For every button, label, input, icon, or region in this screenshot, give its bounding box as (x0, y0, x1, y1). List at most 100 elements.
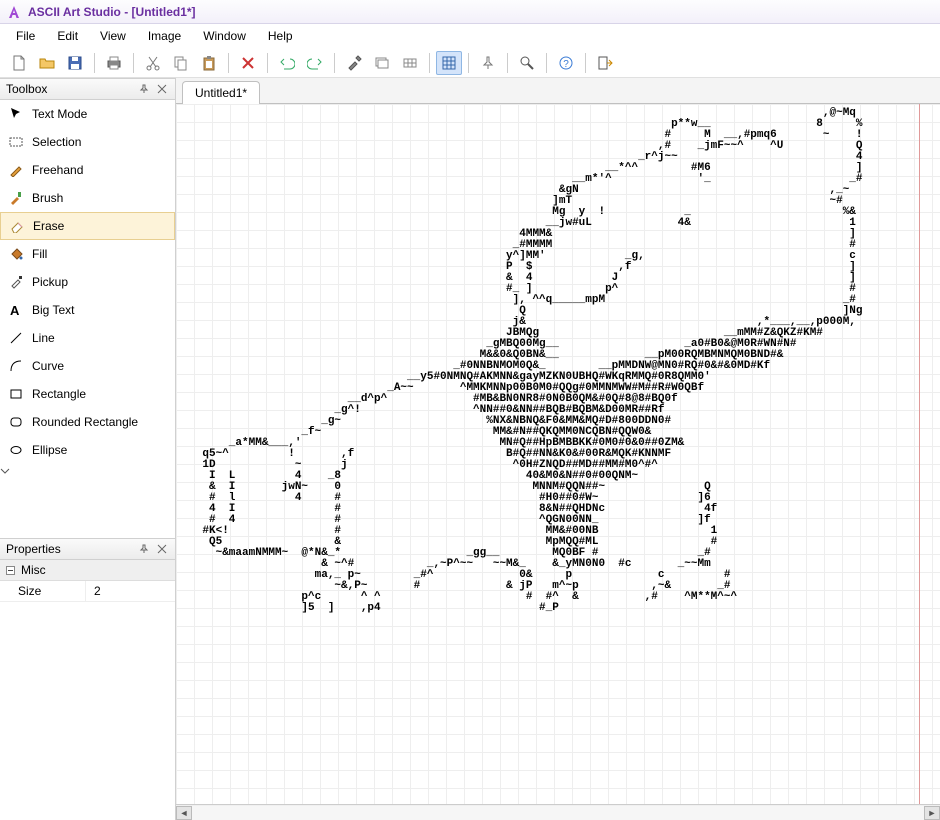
property-value[interactable]: 2 (86, 581, 175, 601)
scroll-right-icon[interactable]: ► (924, 806, 940, 820)
print-button[interactable] (101, 51, 127, 75)
copy-button[interactable] (168, 51, 194, 75)
tool-pickup[interactable]: Pickup (0, 268, 175, 296)
properties-header: Properties (0, 538, 175, 560)
cut-button[interactable] (140, 51, 166, 75)
tool-fill[interactable]: Fill (0, 240, 175, 268)
app-icon (6, 4, 22, 20)
bucket-icon (8, 246, 24, 262)
zoom-button[interactable] (514, 51, 540, 75)
separator (267, 53, 268, 73)
properties-body: Misc Size 2 (0, 560, 175, 820)
dropper-icon (8, 274, 24, 290)
separator (429, 53, 430, 73)
paste-button[interactable] (196, 51, 222, 75)
menu-file[interactable]: File (6, 26, 45, 46)
brush-icon (8, 190, 24, 206)
delete-button[interactable] (235, 51, 261, 75)
tool-label: Selection (32, 135, 81, 149)
pin-icon[interactable] (137, 82, 151, 96)
tool-text-mode[interactable]: Text Mode (0, 100, 175, 128)
toolbox-title: Toolbox (6, 82, 133, 96)
menu-image[interactable]: Image (138, 26, 191, 46)
svg-text:?: ? (563, 59, 569, 70)
toolbox-body: Text Mode Selection Freehand Brush Erase Fill… (0, 100, 175, 538)
tool-label: Big Text (32, 303, 74, 317)
ellipse-icon (8, 442, 24, 458)
pin-icon[interactable] (137, 542, 151, 556)
grid-button[interactable] (436, 51, 462, 75)
tool-freehand[interactable]: Freehand (0, 156, 175, 184)
pencil-icon (8, 162, 24, 178)
tool-label: Fill (32, 247, 47, 261)
layers-button[interactable] (369, 51, 395, 75)
separator (585, 53, 586, 73)
help-button[interactable]: ? (553, 51, 579, 75)
svg-text:A: A (10, 303, 20, 317)
curve-icon (8, 358, 24, 374)
tool-label: Curve (32, 359, 64, 373)
eraser-icon (9, 218, 25, 234)
tool-label: Brush (32, 191, 63, 205)
tool-label: Rounded Rectangle (32, 415, 138, 429)
tool-rounded-rectangle[interactable]: Rounded Rectangle (0, 408, 175, 436)
new-button[interactable] (6, 51, 32, 75)
tools-button[interactable] (341, 51, 367, 75)
palette-button[interactable] (397, 51, 423, 75)
separator (94, 53, 95, 73)
tool-ellipse[interactable]: Ellipse (0, 436, 175, 464)
tool-label: Freehand (32, 163, 83, 177)
menu-view[interactable]: View (90, 26, 136, 46)
menu-help[interactable]: Help (258, 26, 303, 46)
horizontal-scrollbar[interactable]: ◄ ► (176, 804, 940, 820)
separator (468, 53, 469, 73)
ascii-content: ,@~Mq p**w__ 8 % # M __,#pm (176, 104, 940, 804)
toolbox-expand[interactable] (0, 464, 175, 478)
scroll-track[interactable] (192, 806, 924, 820)
tool-big-text[interactable]: A Big Text (0, 296, 175, 324)
properties-category[interactable]: Misc (0, 560, 175, 581)
close-icon[interactable] (155, 542, 169, 556)
bigtext-icon: A (8, 302, 24, 318)
tabstrip: Untitled1* (176, 78, 940, 104)
tool-label: Rectangle (32, 387, 86, 401)
canvas[interactable]: ,@~Mq p**w__ 8 % # M __,#pm (176, 104, 940, 804)
tool-label: Ellipse (32, 443, 67, 457)
tool-selection[interactable]: Selection (0, 128, 175, 156)
pin-button[interactable] (475, 51, 501, 75)
toolbar: ? (0, 48, 940, 78)
tool-brush[interactable]: Brush (0, 184, 175, 212)
tool-rectangle[interactable]: Rectangle (0, 380, 175, 408)
separator (507, 53, 508, 73)
cursor-icon (8, 106, 24, 122)
menu-edit[interactable]: Edit (47, 26, 88, 46)
tool-label: Text Mode (32, 107, 87, 121)
undo-button[interactable] (274, 51, 300, 75)
separator (546, 53, 547, 73)
tool-label: Erase (33, 219, 64, 233)
tool-line[interactable]: Line (0, 324, 175, 352)
tool-label: Pickup (32, 275, 68, 289)
app-title: ASCII Art Studio - [Untitled1*] (28, 5, 196, 19)
close-icon[interactable] (155, 82, 169, 96)
properties-category-label: Misc (21, 563, 46, 577)
separator (133, 53, 134, 73)
tool-erase[interactable]: Erase (0, 212, 175, 240)
tool-curve[interactable]: Curve (0, 352, 175, 380)
menu-window[interactable]: Window (193, 26, 256, 46)
separator (334, 53, 335, 73)
properties-title: Properties (6, 542, 133, 556)
redo-button[interactable] (302, 51, 328, 75)
rect-icon (8, 386, 24, 402)
collapse-icon (6, 566, 15, 575)
titlebar: ASCII Art Studio - [Untitled1*] (0, 0, 940, 24)
line-icon (8, 330, 24, 346)
tab-untitled1[interactable]: Untitled1* (182, 81, 260, 104)
roundrect-icon (8, 414, 24, 430)
open-button[interactable] (34, 51, 60, 75)
tool-label: Line (32, 331, 55, 345)
save-button[interactable] (62, 51, 88, 75)
property-row[interactable]: Size 2 (0, 581, 175, 602)
exit-button[interactable] (592, 51, 618, 75)
scroll-left-icon[interactable]: ◄ (176, 806, 192, 820)
